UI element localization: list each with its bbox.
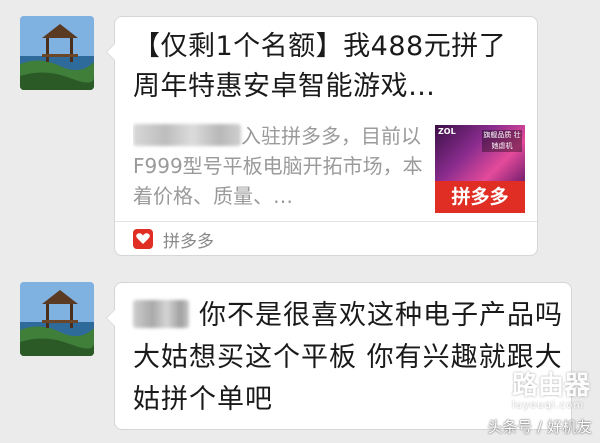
card-description: 入驻拼多多，目前以F999型号平板电脑开拓市场，本着价格、质量、… xyxy=(133,121,431,211)
thumbnail-tag: 旗舰品质 壮她虐机 xyxy=(482,130,522,152)
thumbnail-banner: 拼多多 xyxy=(435,181,525,213)
source-app-name: 拼多多 xyxy=(163,231,214,252)
router-watermark-url: luyouqi.com xyxy=(511,400,585,411)
sender-avatar[interactable] xyxy=(20,16,94,90)
router-icon xyxy=(474,382,504,404)
shared-link-card[interactable]: 【仅剩1个名额】我488元拼了周年特惠安卓智能游戏… 入驻拼多多，目前以F999… xyxy=(106,16,538,256)
router-watermark: 路由器 luyouqi.com xyxy=(472,372,590,411)
sender-avatar[interactable] xyxy=(20,282,94,356)
card-divider xyxy=(115,221,537,222)
card-thumbnail: ZOL 旗舰品质 壮她虐机 拼多多 xyxy=(435,125,525,213)
router-watermark-text: 路由器 xyxy=(511,371,590,401)
card-title: 【仅剩1个名额】我488元拼了周年特惠安卓智能游戏… xyxy=(133,31,507,102)
redacted-name xyxy=(133,300,189,328)
thumbnail-product-image: ZOL 旗舰品质 壮她虐机 xyxy=(435,125,525,185)
thumbnail-brand: ZOL xyxy=(438,127,456,136)
pinduoduo-logo-icon xyxy=(133,229,153,249)
card-source: 拼多多 xyxy=(133,227,214,252)
toutiao-watermark: 头条号 / 好机友 xyxy=(487,418,592,436)
redacted-text xyxy=(133,124,241,146)
